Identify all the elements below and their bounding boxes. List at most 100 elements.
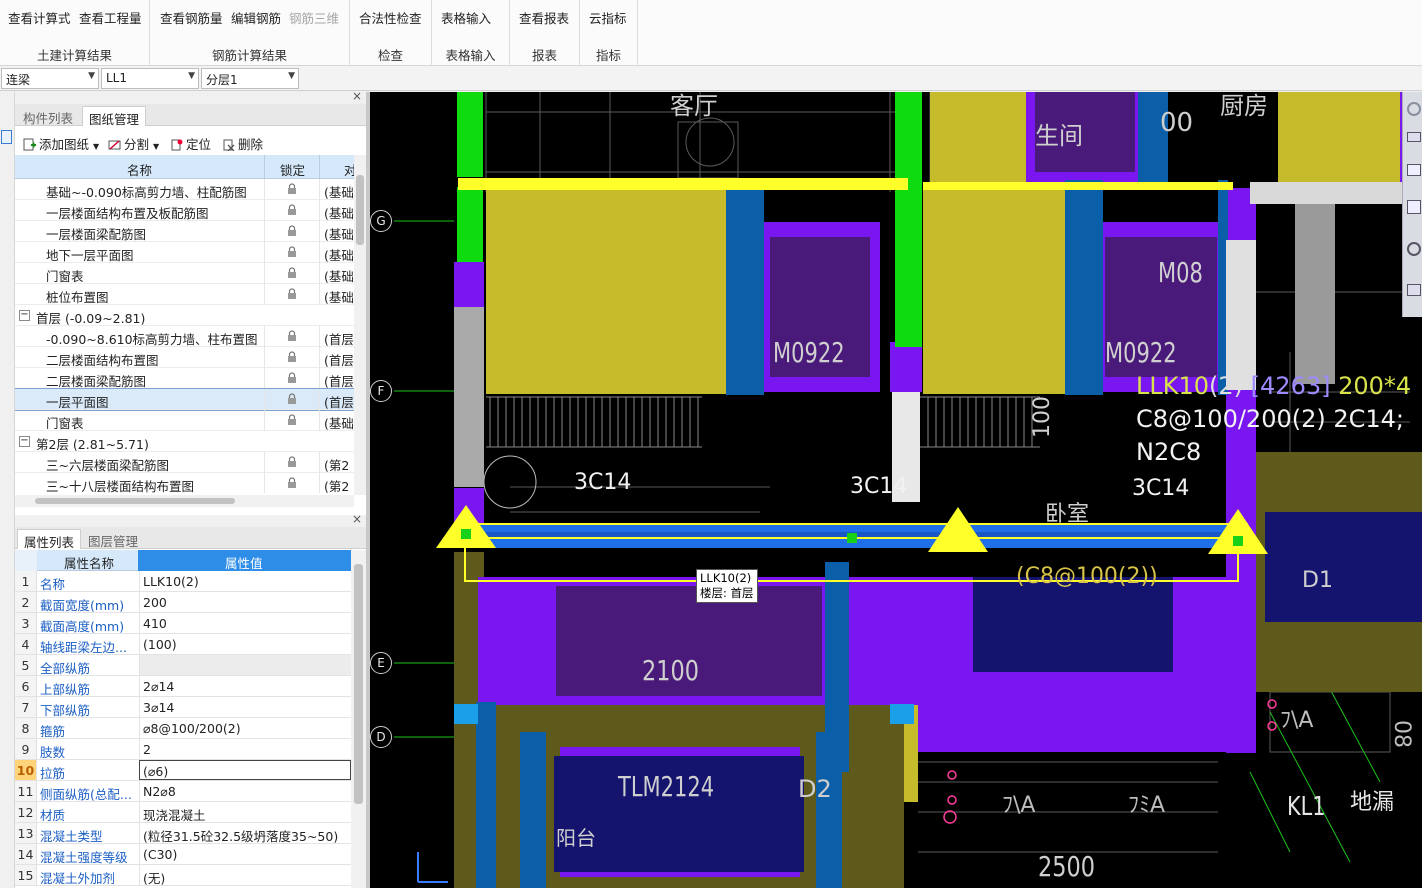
drawing-scrollbar[interactable] <box>354 155 366 495</box>
drawing-row[interactable]: 一层平面图 (首层 <box>15 388 354 411</box>
drawing-row[interactable]: 一层楼面梁配筋图 (基础 <box>15 221 354 242</box>
property-row[interactable]: 6 上部纵筋 2⌀14 <box>15 676 351 697</box>
grip-point[interactable] <box>847 533 857 543</box>
property-row[interactable]: 3 截面高度(mm) 410 <box>15 613 351 634</box>
property-row[interactable]: 1 名称 LLK10(2) <box>15 571 351 592</box>
property-value[interactable]: ⌀8@100/200(2) <box>139 718 351 738</box>
view-report-button[interactable]: 查看报表 <box>519 8 569 27</box>
validity-check-button[interactable]: 合法性检查 <box>359 8 422 27</box>
property-row[interactable]: 14 混凝土强度等级 (C30) <box>15 844 351 865</box>
tab-layer-management[interactable]: 图层管理 <box>82 529 144 549</box>
lock-icon[interactable] <box>287 246 297 258</box>
drawing-group-row[interactable]: − 首层 (-0.09~2.81) <box>15 305 354 326</box>
view-front-icon[interactable] <box>1407 200 1421 214</box>
delete-button[interactable]: 删除 <box>222 134 263 153</box>
tab-component-list[interactable]: 构件列表 <box>17 106 79 126</box>
orbit-icon[interactable] <box>1407 102 1421 116</box>
property-value[interactable]: 200 <box>139 592 351 612</box>
property-value[interactable]: 2⌀14 <box>139 676 351 696</box>
lock-icon[interactable] <box>287 204 297 216</box>
lock-icon[interactable] <box>287 393 297 405</box>
scroll-thumb[interactable] <box>356 175 364 245</box>
collapse-icon[interactable]: − <box>19 310 30 321</box>
property-row[interactable]: 4 轴线距梁左边... (100) <box>15 634 351 655</box>
property-value[interactable]: (100) <box>139 634 351 654</box>
property-value[interactable] <box>139 655 351 675</box>
view-formula-button[interactable]: 查看计算式 <box>8 8 71 27</box>
lock-icon[interactable] <box>287 288 297 300</box>
scroll-thumb[interactable] <box>354 564 363 804</box>
drawing-row[interactable]: 桩位布置图 (基础 <box>15 284 354 305</box>
property-value[interactable]: 3⌀14 <box>139 697 351 717</box>
drawing-row[interactable]: 基础~-0.090标高剪力墙、柱配筋图 (基础 <box>15 179 354 200</box>
lock-icon[interactable] <box>287 330 297 342</box>
close-icon[interactable]: × <box>352 89 362 103</box>
cloud-index-button[interactable]: 云指标 <box>589 8 627 27</box>
element-select[interactable]: LL1 ▼ <box>101 68 199 89</box>
drawing-row[interactable]: 三~六层楼面梁配筋图 (第2 <box>15 452 354 473</box>
drawing-row[interactable]: 二层楼面梁配筋图 (首层 <box>15 368 354 389</box>
property-row[interactable]: 10 拉筋 (⌀6) <box>15 760 351 781</box>
property-scrollbar[interactable] <box>351 550 366 888</box>
property-value[interactable]: LLK10(2) <box>139 571 351 591</box>
property-row[interactable]: 13 混凝土类型 (粒径31.5砼32.5级坍落度35~50) <box>15 823 351 844</box>
split-button[interactable]: 分割 ▼ <box>108 134 159 153</box>
property-value[interactable]: (C30) <box>139 844 351 864</box>
tab-property-list[interactable]: 属性列表 <box>17 529 82 550</box>
category-select[interactable]: 连梁 ▼ <box>1 68 99 89</box>
drawing-row[interactable]: 门窗表 (基础 <box>15 263 354 284</box>
locate-button[interactable]: 定位 <box>170 134 211 153</box>
rotate-icon[interactable] <box>1407 242 1421 256</box>
edit-rebar-button[interactable]: 编辑钢筋 <box>231 8 281 27</box>
property-value[interactable]: N2⌀8 <box>139 781 351 801</box>
property-value[interactable]: (无) <box>139 865 351 885</box>
property-value[interactable]: 2 <box>139 739 351 759</box>
property-row[interactable]: 5 全部纵筋 <box>15 655 351 676</box>
property-value[interactable]: (粒径31.5砼32.5级坍落度35~50) <box>139 823 351 843</box>
floor-select[interactable]: 分层1 ▼ <box>201 68 299 89</box>
property-row[interactable]: 12 材质 现浇混凝土 <box>15 802 351 823</box>
cad-viewport[interactable]: G F E D 客厅 生间 厨房 00 M0922 M0922 M08 100 … <box>370 92 1422 888</box>
property-row[interactable]: 8 箍筋 ⌀8@100/200(2) <box>15 718 351 739</box>
view-quantity-button[interactable]: 查看工程量 <box>79 8 142 27</box>
hscroll-thumb[interactable] <box>35 498 235 504</box>
add-drawing-button[interactable]: 添加图纸 ▼ <box>23 134 99 153</box>
close-icon[interactable]: × <box>352 512 362 526</box>
grid-icon[interactable] <box>1407 284 1421 296</box>
property-value[interactable]: 410 <box>139 613 351 633</box>
property-row[interactable]: 11 侧面纵筋(总配... N2⌀8 <box>15 781 351 802</box>
collapse-icon[interactable]: − <box>19 436 30 447</box>
grip-point[interactable] <box>1233 536 1243 546</box>
property-row[interactable]: 7 下部纵筋 3⌀14 <box>15 697 351 718</box>
lock-icon[interactable] <box>287 267 297 279</box>
panel-pin-icon[interactable] <box>1 130 12 144</box>
drawing-row[interactable]: 二层楼面结构布置图 (首层 <box>15 347 354 368</box>
lock-icon[interactable] <box>287 351 297 363</box>
view-rebar-button[interactable]: 查看钢筋量 <box>160 8 223 27</box>
lock-icon[interactable] <box>287 372 297 384</box>
drawing-row[interactable]: 一层楼面结构布置及板配筋图 (基础 <box>15 200 354 221</box>
tab-drawing-management[interactable]: 图纸管理 <box>82 106 147 127</box>
lock-icon[interactable] <box>287 225 297 237</box>
table-input-button[interactable]: 表格输入 <box>441 8 491 27</box>
property-row[interactable]: 9 肢数 2 <box>15 739 351 760</box>
lock-icon[interactable] <box>287 414 297 426</box>
lock-icon[interactable] <box>287 183 297 195</box>
grip-point[interactable] <box>461 529 471 539</box>
property-row[interactable]: 2 截面宽度(mm) 200 <box>15 592 351 613</box>
drawing-row[interactable]: 门窗表 (基础 <box>15 410 354 431</box>
dimension-label: 08 <box>1389 720 1414 748</box>
view-cube-icon[interactable] <box>1407 132 1421 142</box>
rebar-3d-button[interactable]: 钢筋三维 <box>289 8 339 27</box>
drawing-row[interactable]: -0.090~8.610标高剪力墙、柱布置图 (首层 <box>15 326 354 347</box>
drawing-hscrollbar[interactable] <box>15 495 354 507</box>
property-value[interactable]: (⌀6) <box>139 760 351 780</box>
drawing-group-row[interactable]: − 第2层 (2.81~5.71) <box>15 431 354 452</box>
property-row[interactable]: 15 混凝土外加剂 (无) <box>15 865 351 886</box>
view-top-icon[interactable] <box>1407 164 1421 176</box>
lock-icon[interactable] <box>287 477 297 489</box>
property-value[interactable]: 现浇混凝土 <box>139 802 351 822</box>
drawing-row[interactable]: 地下一层平面图 (基础 <box>15 242 354 263</box>
lock-icon[interactable] <box>287 456 297 468</box>
drawing-row[interactable]: 三~十八层楼面结构布置图 (第2 <box>15 473 354 493</box>
